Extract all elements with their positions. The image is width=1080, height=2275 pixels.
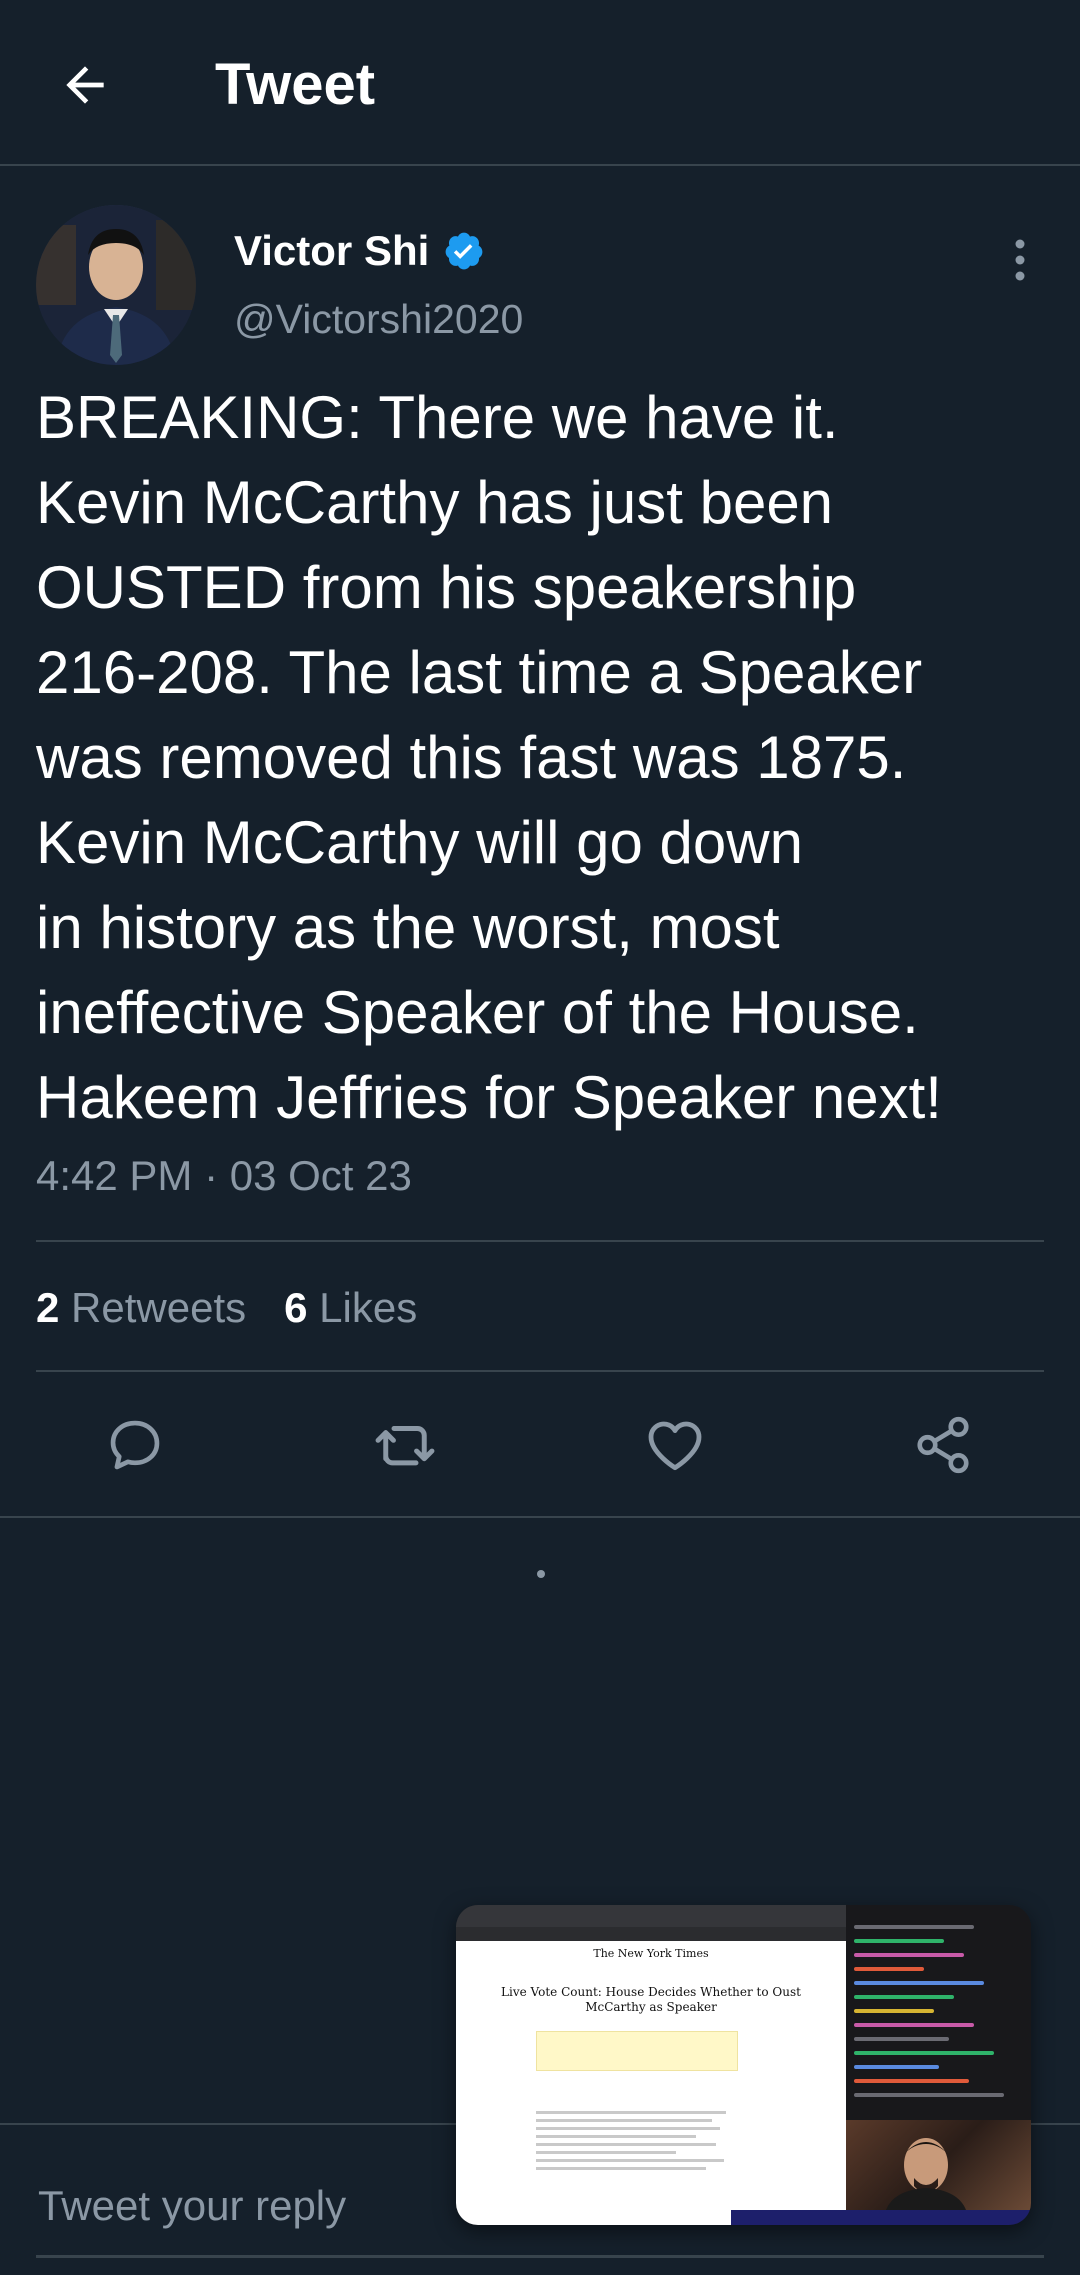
- more-options-button[interactable]: [1000, 225, 1040, 295]
- reply-icon: [110, 1420, 160, 1470]
- author-name: Victor Shi: [234, 227, 430, 274]
- likes-label: Likes: [319, 1284, 418, 1331]
- like-icon: [648, 1421, 702, 1471]
- share-icon: [917, 1416, 969, 1474]
- divider: [36, 1370, 1044, 1372]
- tweet-timestamp: 4:42 PM · 03 Oct 23: [36, 1152, 412, 1199]
- retweets-stat[interactable]: 2 Retweets: [36, 1280, 246, 1336]
- retweet-icon: [375, 1426, 435, 1466]
- arrow-left-icon: [66, 66, 104, 104]
- like-button[interactable]: [630, 1400, 720, 1490]
- tweet-page: Tweet Victor Shi @Victorshi2020 BREAKING: [0, 0, 1080, 2275]
- video-browser-address-bar: [456, 1927, 846, 1941]
- more-vertical-icon: [1015, 239, 1025, 281]
- page-title: Tweet: [215, 52, 376, 117]
- tweet-stats: 2 Retweets 6 Likes: [36, 1280, 417, 1336]
- avatar-photo: [36, 205, 196, 365]
- retweets-label: Retweets: [71, 1284, 247, 1331]
- author-handle[interactable]: @Victorshi2020: [234, 293, 523, 345]
- video-browser-tabs: [456, 1905, 846, 1927]
- divider: [0, 1516, 1080, 1518]
- retweets-count: 2: [36, 1284, 60, 1331]
- likes-stat[interactable]: 6 Likes: [284, 1280, 417, 1336]
- video-article-headline: Live Vote Count: House Decides Whether t…: [501, 1985, 801, 2014]
- author-name-row[interactable]: Victor Shi: [234, 225, 485, 277]
- video-webcam-feed: [846, 2120, 1031, 2210]
- streamer-silhouette: [886, 2138, 966, 2210]
- picture-in-picture-video[interactable]: The New York Times Live Vote Count: Hous…: [456, 1905, 1031, 2225]
- reply-button[interactable]: [90, 1400, 180, 1490]
- video-ticker-bar: [731, 2210, 1031, 2225]
- retweet-button[interactable]: [360, 1400, 450, 1490]
- avatar[interactable]: [36, 205, 196, 365]
- top-app-bar: Tweet: [0, 0, 1080, 166]
- back-button[interactable]: [40, 40, 130, 130]
- verified-badge-icon: [445, 232, 483, 270]
- reply-underline: [36, 2255, 1044, 2258]
- divider: [36, 1240, 1044, 1242]
- tweet-actions: [0, 1400, 1080, 1490]
- video-article-masthead: The New York Times: [593, 1947, 709, 1960]
- share-button[interactable]: [898, 1400, 988, 1490]
- video-article: The New York Times Live Vote Count: Hous…: [456, 1941, 846, 2225]
- video-article-highlight: [536, 2031, 738, 2071]
- loading-indicator: [537, 1570, 545, 1578]
- video-article-body: [536, 2111, 736, 2175]
- tweet-text: BREAKING: There we have it. Kevin McCart…: [36, 384, 942, 1131]
- likes-count: 6: [284, 1284, 308, 1331]
